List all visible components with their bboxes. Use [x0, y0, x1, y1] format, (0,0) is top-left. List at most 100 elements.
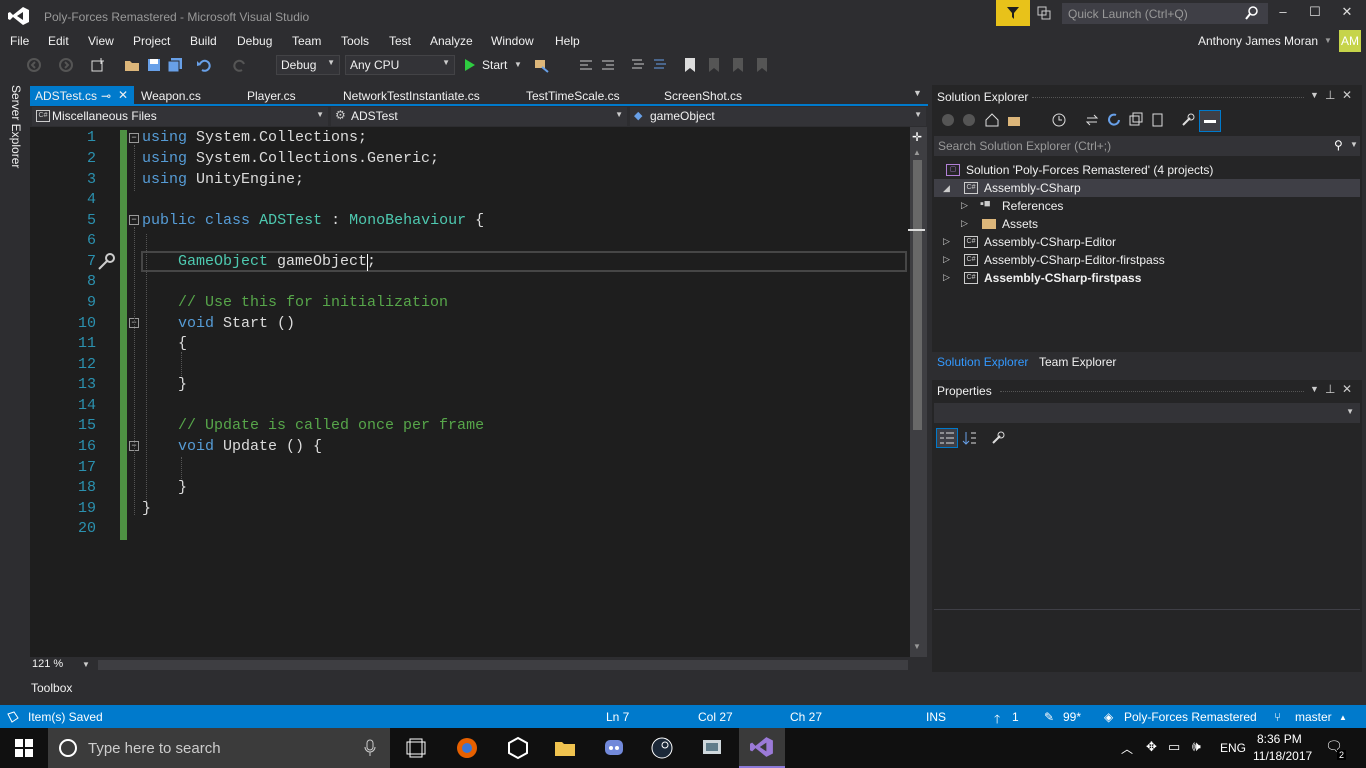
sync-icon[interactable] [1084, 112, 1100, 128]
menu-team[interactable]: Team [292, 34, 321, 48]
close-button[interactable]: ✕ [1336, 4, 1358, 24]
forward-icon[interactable] [962, 113, 976, 127]
quick-actions-icon[interactable] [96, 252, 116, 272]
expand-arrow-icon[interactable]: ▷ [943, 272, 950, 283]
input-language[interactable]: ENG [1220, 741, 1246, 755]
scroll-up-icon[interactable]: ▲ [913, 148, 921, 157]
alphabetical-icon[interactable] [962, 430, 978, 446]
panel-drag-grip[interactable] [1032, 97, 1304, 101]
file-explorer-icon[interactable] [553, 736, 577, 760]
back-icon[interactable] [941, 113, 955, 127]
tree-item-references[interactable]: ▷ ▪■ References [934, 197, 1360, 215]
feedback-filter-icon[interactable] [996, 0, 1030, 26]
expand-arrow-icon[interactable]: ▷ [961, 200, 968, 211]
step-over-icon[interactable] [600, 57, 616, 73]
project-select[interactable]: C# Miscellaneous Files ▼ [32, 107, 328, 126]
tree-item-assembly-csharp-editor-firstpass[interactable]: ▷ C# Assembly-CSharp-Editor-firstpass [934, 251, 1360, 269]
tab-solution-explorer[interactable]: Solution Explorer [937, 355, 1028, 369]
categorized-button[interactable] [936, 428, 958, 448]
dropbox-icon[interactable]: ✥ [1146, 739, 1157, 755]
control-panel-icon[interactable] [700, 736, 724, 760]
forward-icon[interactable] [58, 57, 74, 73]
menu-build[interactable]: Build [190, 34, 217, 48]
expanded-arrow-icon[interactable]: ◢ [943, 183, 950, 194]
quick-launch-input[interactable]: Quick Launch (Ctrl+Q) [1062, 3, 1268, 24]
comment-icon[interactable] [630, 57, 646, 73]
tab-screenshot[interactable]: ScreenShot.cs [659, 86, 747, 106]
properties-wrench-icon[interactable] [1180, 112, 1196, 128]
undo-icon[interactable] [196, 57, 212, 73]
tray-expand-icon[interactable]: ︿ [1121, 740, 1133, 757]
class-select[interactable]: ⚙ ADSTest ▼ [331, 107, 627, 126]
attach-icon[interactable] [534, 57, 550, 73]
menu-window[interactable]: Window [491, 34, 534, 48]
solution-search-input[interactable]: Search Solution Explorer (Ctrl+;) ⚲ ▼ [934, 136, 1360, 156]
menu-project[interactable]: Project [133, 34, 170, 48]
tree-solution-root[interactable]: ▢ Solution 'Poly-Forces Remastered' (4 p… [944, 161, 1354, 179]
expand-arrow-icon[interactable]: ▷ [943, 254, 950, 265]
panel-menu-icon[interactable]: ▼ [1310, 384, 1319, 394]
step-icon[interactable] [578, 57, 594, 73]
tab-weapon[interactable]: Weapon.cs [136, 86, 206, 106]
expand-arrow-icon[interactable]: ▷ [961, 218, 968, 229]
zoom-select[interactable]: 121 % ▼ [32, 658, 92, 673]
collapse-all-icon[interactable] [1128, 112, 1144, 128]
menu-test[interactable]: Test [389, 34, 411, 48]
windows-start-icon[interactable] [15, 739, 33, 757]
platform-select[interactable]: Any CPU ▼ [345, 55, 455, 75]
prev-bookmark-icon[interactable] [706, 57, 722, 73]
minimize-button[interactable]: – [1272, 4, 1294, 24]
menu-debug[interactable]: Debug [237, 34, 272, 48]
collapse-icon[interactable]: − [129, 215, 139, 225]
pin-icon[interactable]: ⊸ [101, 89, 111, 103]
pin-icon[interactable]: ⊥ [1325, 88, 1335, 102]
branch-name[interactable]: master [1295, 710, 1332, 724]
tab-player[interactable]: Player.cs [242, 86, 301, 106]
menu-edit[interactable]: Edit [48, 34, 69, 48]
maximize-button[interactable]: ☐ [1304, 4, 1326, 24]
user-name[interactable]: Anthony James Moran [1198, 34, 1318, 48]
user-dropdown-icon[interactable]: ▼ [1324, 36, 1332, 45]
server-explorer-tab[interactable]: Server Explorer [9, 85, 23, 168]
preview-selected-button[interactable] [1199, 110, 1221, 132]
split-icon[interactable]: ✛ [912, 130, 922, 144]
redo-icon[interactable] [232, 57, 248, 73]
pending-changes-icon[interactable] [1051, 112, 1067, 128]
home-icon[interactable] [984, 112, 1000, 128]
visual-studio-taskbar-button[interactable] [739, 728, 785, 768]
clock-time[interactable]: 8:36 PM [1257, 732, 1302, 746]
unpublished-commits[interactable]: 1 [1012, 710, 1019, 724]
tree-item-assembly-csharp-firstpass[interactable]: ▷ C# Assembly-CSharp-firstpass [934, 269, 1360, 287]
branch-menu-icon[interactable]: ▲ [1339, 713, 1347, 722]
tree-item-assembly-csharp-editor[interactable]: ▷ C# Assembly-CSharp-Editor [934, 233, 1360, 251]
menu-view[interactable]: View [88, 34, 114, 48]
scroll-down-icon[interactable]: ▼ [913, 642, 921, 651]
save-icon[interactable] [146, 57, 162, 73]
expand-arrow-icon[interactable]: ▷ [943, 236, 950, 247]
tree-item-assembly-csharp[interactable]: ◢ C# Assembly-CSharp [934, 179, 1360, 197]
firefox-icon[interactable] [455, 736, 479, 760]
pin-icon[interactable]: ⊥ [1325, 382, 1335, 396]
save-all-icon[interactable] [167, 57, 183, 73]
tab-team-explorer[interactable]: Team Explorer [1039, 355, 1116, 369]
close-icon[interactable]: ✕ [1342, 382, 1352, 396]
repository-name[interactable]: Poly-Forces Remastered [1124, 710, 1257, 724]
notification-icon[interactable] [1036, 5, 1054, 23]
properties-object-select[interactable]: ▼ [934, 403, 1360, 423]
configuration-select[interactable]: Debug ▼ [276, 55, 340, 75]
menu-analyze[interactable]: Analyze [430, 34, 473, 48]
task-view-icon[interactable] [404, 736, 428, 760]
volume-icon[interactable]: 🕪 [1192, 738, 1201, 755]
new-project-icon[interactable] [90, 57, 106, 73]
unity-icon[interactable] [506, 736, 530, 760]
clear-bookmark-icon[interactable] [754, 57, 770, 73]
back-icon[interactable] [26, 57, 42, 73]
open-file-icon[interactable] [124, 57, 140, 73]
refresh-icon[interactable] [1106, 112, 1122, 128]
tab-network-test-instantiate[interactable]: NetworkTestInstantiate.cs [338, 86, 485, 106]
tree-item-assets[interactable]: ▷ Assets [934, 215, 1360, 233]
panel-menu-icon[interactable]: ▼ [1310, 90, 1319, 100]
bookmark-icon[interactable] [682, 57, 698, 73]
close-icon[interactable]: ✕ [118, 88, 128, 102]
scrollbar-thumb[interactable] [913, 160, 922, 430]
